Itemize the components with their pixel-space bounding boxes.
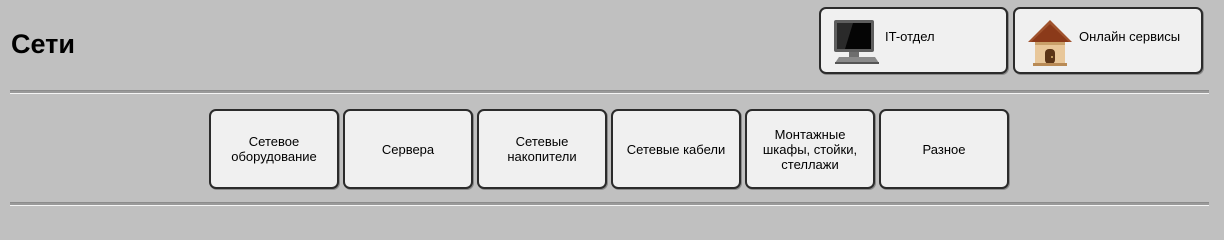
online-services-label: Онлайн сервисы xyxy=(1079,29,1181,44)
divider-bottom xyxy=(10,202,1209,206)
page-title: Сети xyxy=(11,29,75,59)
category-network-storage[interactable]: Сетевые накопители xyxy=(477,109,607,189)
it-department-label: IT-отдел xyxy=(885,29,935,44)
computer-monitor-icon xyxy=(831,18,881,64)
it-department-button[interactable]: IT-отдел xyxy=(819,7,1008,74)
home-icon xyxy=(1027,18,1073,66)
category-servers[interactable]: Сервера xyxy=(343,109,473,189)
category-network-cables[interactable]: Сетевые кабели xyxy=(611,109,741,189)
category-racks-cabinets[interactable]: Монтажные шкафы, стойки, стеллажи xyxy=(745,109,875,189)
category-network-equipment[interactable]: Сетевое оборудование xyxy=(209,109,339,189)
online-services-button[interactable]: Онлайн сервисы xyxy=(1013,7,1203,74)
category-misc[interactable]: Разное xyxy=(879,109,1009,189)
divider-top xyxy=(10,90,1209,94)
